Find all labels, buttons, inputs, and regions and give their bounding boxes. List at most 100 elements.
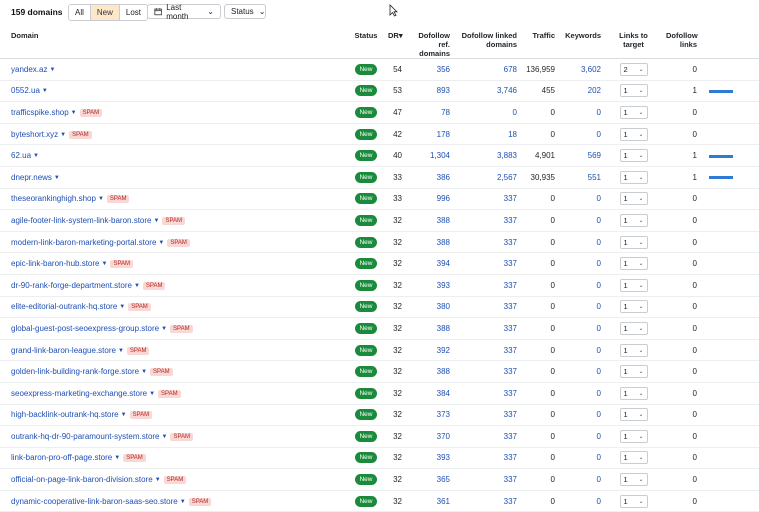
linked-domains-link[interactable]: 2,567 (497, 173, 517, 182)
links-to-target-dropdown[interactable]: 2 ⌄ (619, 62, 648, 76)
linked-domains-link[interactable]: 337 (504, 432, 517, 441)
ref-domains-link[interactable]: 393 (437, 453, 450, 462)
keywords-link[interactable]: 551 (588, 173, 601, 182)
col-traffic[interactable]: Traffic (521, 27, 559, 59)
links-to-target-dropdown[interactable]: 1 ⌄ (619, 343, 648, 357)
links-to-target-dropdown[interactable]: 1 ⌄ (619, 408, 648, 422)
keywords-link[interactable]: 569 (588, 151, 601, 160)
keywords-link[interactable]: 0 (597, 346, 601, 355)
domain-link[interactable]: official-on-page-link-baron-division.sto… (11, 475, 153, 484)
ref-domains-link[interactable]: 388 (437, 324, 450, 333)
keywords-link[interactable]: 0 (597, 497, 601, 506)
ref-domains-link[interactable]: 392 (437, 346, 450, 355)
keywords-link[interactable]: 0 (597, 389, 601, 398)
linked-domains-link[interactable]: 337 (504, 324, 517, 333)
ref-domains-link[interactable]: 365 (437, 475, 450, 484)
links-to-target-dropdown[interactable]: 1 ⌄ (619, 300, 648, 314)
linked-domains-link[interactable]: 0 (513, 108, 517, 117)
ref-domains-link[interactable]: 178 (437, 130, 450, 139)
ref-domains-link[interactable]: 388 (437, 238, 450, 247)
links-to-target-dropdown[interactable]: 1 ⌄ (619, 105, 648, 119)
links-to-target-dropdown[interactable]: 1 ⌄ (619, 213, 648, 227)
status-filter-dropdown[interactable]: Status ⌄ (224, 4, 266, 19)
ref-domains-link[interactable]: 1,304 (430, 151, 450, 160)
linked-domains-link[interactable]: 337 (504, 389, 517, 398)
keywords-link[interactable]: 3,602 (581, 65, 601, 74)
links-to-target-dropdown[interactable]: 1 ⌄ (619, 494, 648, 508)
domain-link[interactable]: dnepr.news (11, 173, 52, 182)
linked-domains-link[interactable]: 3,883 (497, 151, 517, 160)
linked-domains-link[interactable]: 3,746 (497, 86, 517, 95)
ref-domains-link[interactable]: 373 (437, 410, 450, 419)
ref-domains-link[interactable]: 380 (437, 302, 450, 311)
caret-down-icon[interactable]: ▼ (162, 434, 168, 440)
ref-domains-link[interactable]: 361 (437, 497, 450, 506)
linked-domains-link[interactable]: 337 (504, 238, 517, 247)
domain-link[interactable]: trafficspike.shop (11, 108, 69, 117)
domain-link[interactable]: dynamic-cooperative-link-baron-saas-seo.… (11, 497, 178, 506)
links-to-target-dropdown[interactable]: 1 ⌄ (619, 149, 648, 163)
col-links-to-target[interactable]: Links to target (605, 27, 662, 59)
caret-down-icon[interactable]: ▼ (149, 391, 155, 397)
filter-tab-new[interactable]: New (90, 5, 120, 20)
keywords-link[interactable]: 0 (597, 130, 601, 139)
links-to-target-dropdown[interactable]: 1 ⌄ (619, 278, 648, 292)
caret-down-icon[interactable]: ▼ (98, 196, 104, 202)
domain-link[interactable]: seoexpress-marketing-exchange.store (11, 389, 147, 398)
col-dofollow-ref-domains[interactable]: Dofollow ref. domains (406, 27, 454, 59)
caret-down-icon[interactable]: ▼ (114, 455, 120, 461)
caret-down-icon[interactable]: ▼ (54, 175, 60, 181)
domain-link[interactable]: epic-link-baron-hub.store (11, 259, 100, 268)
caret-down-icon[interactable]: ▼ (141, 369, 147, 375)
domain-link[interactable]: grand-link-baron-league.store (11, 346, 116, 355)
caret-down-icon[interactable]: ▼ (121, 412, 127, 418)
ref-domains-link[interactable]: 893 (437, 86, 450, 95)
domain-link[interactable]: yandex.az (11, 65, 47, 74)
linked-domains-link[interactable]: 337 (504, 281, 517, 290)
linked-domains-link[interactable]: 337 (504, 497, 517, 506)
domain-link[interactable]: outrank-hq-dr-90-paramount-system.store (11, 432, 160, 441)
domain-link[interactable]: dr-90-rank-forge-department.store (11, 281, 132, 290)
caret-down-icon[interactable]: ▼ (158, 240, 164, 246)
ref-domains-link[interactable]: 386 (437, 173, 450, 182)
linked-domains-link[interactable]: 337 (504, 194, 517, 203)
keywords-link[interactable]: 0 (597, 432, 601, 441)
links-to-target-dropdown[interactable]: 1 ⌄ (619, 235, 648, 249)
caret-down-icon[interactable]: ▼ (155, 477, 161, 483)
caret-down-icon[interactable]: ▼ (49, 67, 55, 73)
keywords-link[interactable]: 0 (597, 216, 601, 225)
domain-link[interactable]: high-backlink-outrank-hq.store (11, 410, 119, 419)
caret-down-icon[interactable]: ▼ (60, 132, 66, 138)
caret-down-icon[interactable]: ▼ (119, 304, 125, 310)
caret-down-icon[interactable]: ▼ (154, 218, 160, 224)
caret-down-icon[interactable]: ▼ (161, 326, 167, 332)
caret-down-icon[interactable]: ▼ (42, 88, 48, 94)
keywords-link[interactable]: 0 (597, 475, 601, 484)
ref-domains-link[interactable]: 996 (437, 194, 450, 203)
domain-link[interactable]: link-baron-pro-off-page.store (11, 453, 112, 462)
links-to-target-dropdown[interactable]: 1 ⌄ (619, 321, 648, 335)
ref-domains-link[interactable]: 78 (441, 108, 450, 117)
keywords-link[interactable]: 0 (597, 194, 601, 203)
caret-down-icon[interactable]: ▼ (118, 348, 124, 354)
links-to-target-dropdown[interactable]: 1 ⌄ (619, 170, 648, 184)
keywords-link[interactable]: 0 (597, 281, 601, 290)
col-status[interactable]: Status (348, 27, 384, 59)
domain-link[interactable]: golden-link-building-rank-forge.store (11, 367, 139, 376)
links-to-target-dropdown[interactable]: 1 ⌄ (619, 192, 648, 206)
ref-domains-link[interactable]: 388 (437, 216, 450, 225)
links-to-target-dropdown[interactable]: 1 ⌄ (619, 451, 648, 465)
col-dofollow-linked-domains[interactable]: Dofollow linked domains (454, 27, 521, 59)
domain-link[interactable]: 0552.ua (11, 86, 40, 95)
keywords-link[interactable]: 0 (597, 367, 601, 376)
domain-link[interactable]: byteshort.xyz (11, 130, 58, 139)
links-to-target-dropdown[interactable]: 1 ⌄ (619, 127, 648, 141)
filter-tab-all[interactable]: All (69, 5, 91, 20)
domain-link[interactable]: 62.ua (11, 151, 31, 160)
caret-down-icon[interactable]: ▼ (134, 283, 140, 289)
col-domain[interactable]: Domain (0, 27, 348, 59)
keywords-link[interactable]: 0 (597, 410, 601, 419)
caret-down-icon[interactable]: ▼ (180, 499, 186, 505)
keywords-link[interactable]: 0 (597, 324, 601, 333)
linked-domains-link[interactable]: 337 (504, 410, 517, 419)
